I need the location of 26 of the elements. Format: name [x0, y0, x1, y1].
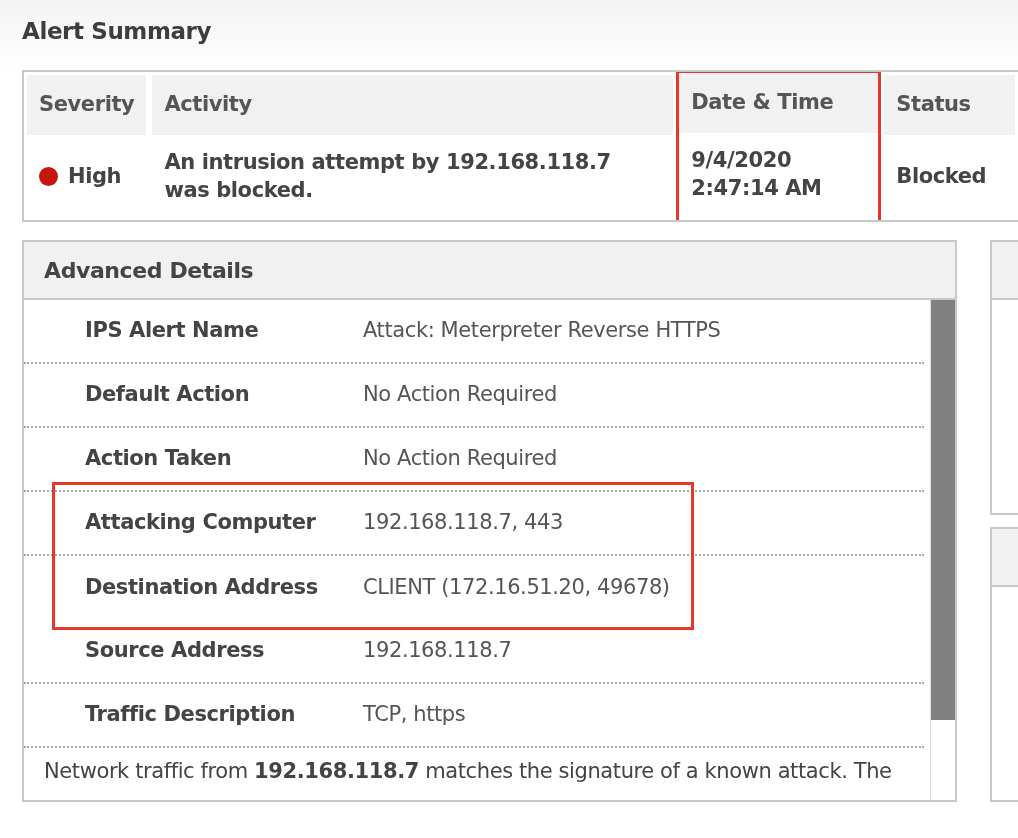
scrollbar[interactable]	[930, 300, 955, 800]
field-label: Destination Address	[84, 574, 319, 602]
field-value: TCP, https	[363, 701, 466, 729]
column-header: Severity	[27, 75, 147, 135]
field-label: Source Address	[84, 637, 266, 665]
panel-title: Advanced Details	[24, 242, 955, 300]
field-value: 192.168.118.7, 443	[363, 509, 563, 537]
field-label: Action Taken	[84, 445, 233, 473]
column-header: Status	[884, 75, 1015, 135]
date-time-text: 9/4/2020 2:47:14 AM	[691, 146, 822, 202]
field-label: Attacking Computer	[84, 509, 317, 537]
field-value: 192.168.118.7	[363, 637, 512, 665]
column-header: Date & Time	[679, 73, 879, 133]
field-label: IPS Alert Name	[84, 317, 260, 345]
page-title: Alert Summary	[22, 17, 213, 46]
column-header: Activity	[152, 75, 674, 135]
status-text: Blocked	[896, 162, 987, 190]
activity-text: An intrusion attempt by 192.168.118.7 was blocked.	[164, 148, 612, 204]
description-text: Network traffic from 192.168.118.7 matches the signature of a known attack. The	[43, 758, 893, 785]
field-label: Traffic Description	[84, 701, 296, 729]
field-label: Default Action	[84, 381, 251, 409]
field-value: Attack: Meterpreter Reverse HTTPS	[363, 317, 721, 345]
field-value: No Action Required	[363, 445, 557, 473]
severity-label: High	[68, 162, 122, 190]
field-value: No Action Required	[363, 381, 557, 409]
field-value: CLIENT (172.16.51.20, 49678)	[363, 574, 670, 602]
